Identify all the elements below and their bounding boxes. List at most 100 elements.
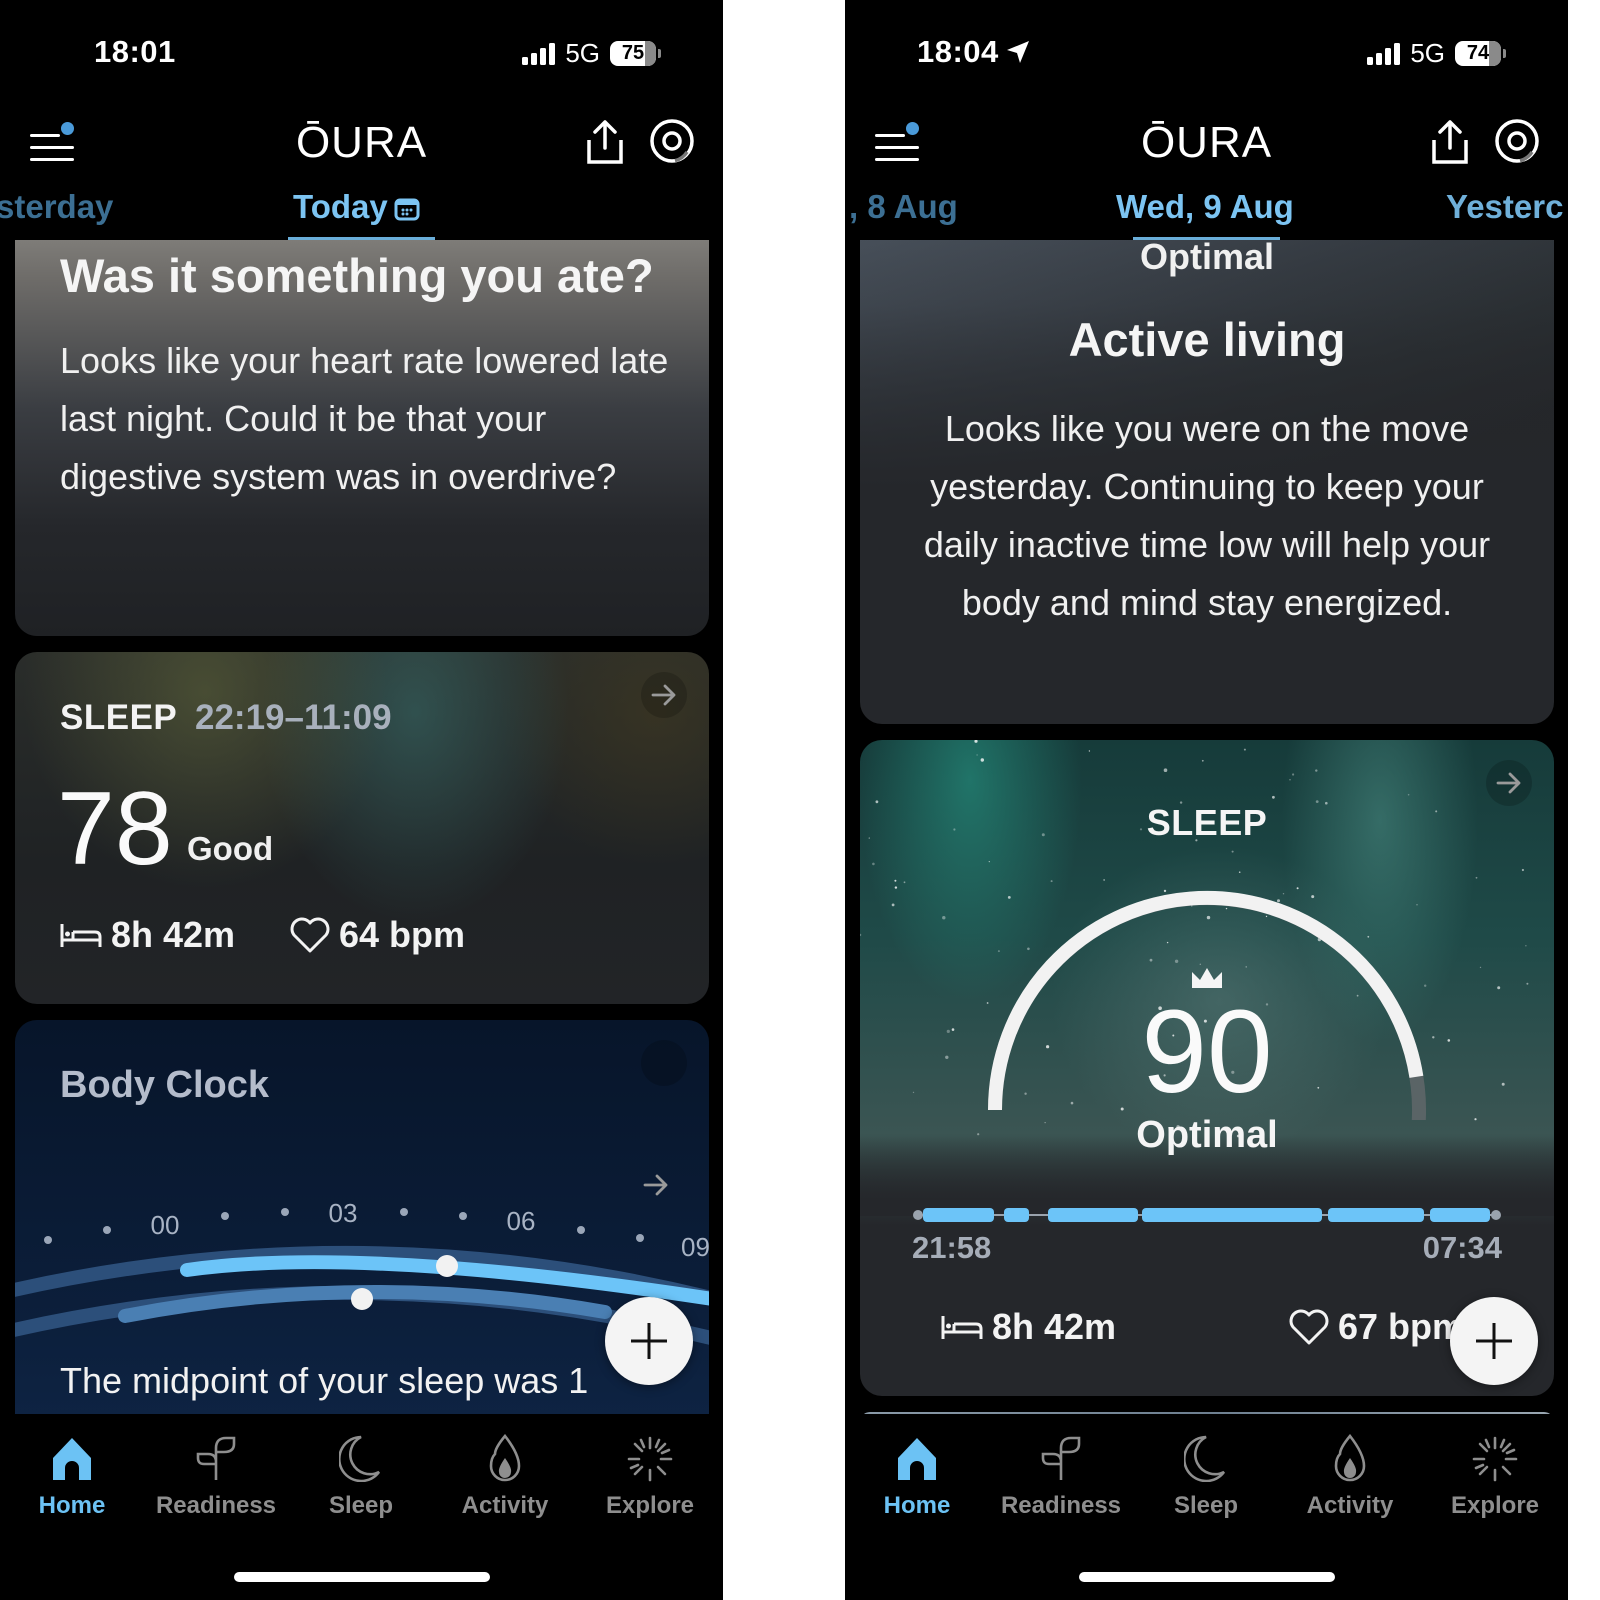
- star: [942, 916, 946, 920]
- home-feed[interactable]: Good Was it something you ate? Looks lik…: [0, 240, 723, 1414]
- ring-status-button[interactable]: [1494, 118, 1540, 164]
- nav-home[interactable]: Home: [2, 1422, 142, 1520]
- tab-tue-8-aug[interactable]: , 8 Aug: [849, 188, 958, 226]
- nav-readiness[interactable]: Readiness: [991, 1422, 1131, 1520]
- sleep-card-title: SLEEP: [1146, 802, 1268, 843]
- sleep-detail-button[interactable]: [1486, 760, 1532, 806]
- hour-dot: [400, 1208, 408, 1216]
- sprout-icon: [1041, 1436, 1081, 1480]
- nav-sleep[interactable]: Sleep: [1136, 1422, 1276, 1520]
- nav-explore[interactable]: Explore: [580, 1422, 720, 1520]
- star: [1272, 795, 1275, 799]
- tab-yesterday[interactable]: Yesterc: [1446, 188, 1563, 226]
- star: [974, 740, 978, 743]
- sparkle-icon: [627, 1436, 673, 1482]
- nav-sleep[interactable]: Sleep: [291, 1422, 431, 1520]
- share-icon: [1432, 120, 1468, 164]
- share-icon: [587, 120, 623, 164]
- sleep-duration-stat: 8h 42m: [59, 914, 235, 956]
- heart-rate-stat: 67 bpm: [1288, 1306, 1464, 1348]
- phone-screen-today: 18:01 5G 75 ŌURA sterday Today Good Was …: [0, 0, 723, 1600]
- tab-today[interactable]: Today: [293, 188, 420, 226]
- tab-yesterday[interactable]: sterday: [0, 188, 113, 226]
- flame-icon: [489, 1434, 521, 1482]
- insight-card[interactable]: Good Was it something you ate? Looks lik…: [15, 240, 709, 636]
- hour-label: 06: [507, 1206, 536, 1236]
- insight-title: Was it something you ate?: [60, 249, 654, 302]
- app-header: ŌURA: [845, 110, 1568, 170]
- sleep-segment: [1430, 1208, 1490, 1222]
- hour-label: 00: [151, 1210, 180, 1240]
- star: [976, 754, 978, 756]
- signal-icon: [522, 42, 556, 65]
- nav-explore[interactable]: Explore: [1425, 1422, 1565, 1520]
- scrolled-status-text: Good: [75, 240, 159, 245]
- star: [1525, 945, 1527, 947]
- add-button[interactable]: [1450, 1297, 1538, 1385]
- star: [1201, 759, 1204, 762]
- star: [872, 862, 875, 866]
- star: [894, 879, 897, 882]
- heart-rate: 64 bpm: [339, 914, 466, 955]
- nav-home[interactable]: Home: [847, 1422, 987, 1520]
- sleep-duration: 8h 42m: [992, 1306, 1117, 1347]
- star: [860, 933, 862, 937]
- scrolled-status-text: Optimal: [1139, 240, 1274, 277]
- star: [894, 886, 898, 889]
- add-button[interactable]: [605, 1297, 693, 1385]
- moon-icon: [1184, 1435, 1226, 1482]
- bottom-nav: Home Readiness Sleep Activity Explore: [845, 1414, 1568, 1524]
- battery-icon: 74: [1455, 41, 1501, 66]
- nav-readiness[interactable]: Readiness: [146, 1422, 286, 1520]
- status-indicators: 5G 74: [1367, 38, 1506, 69]
- sleep-duration: 8h 42m: [111, 914, 236, 955]
- nav-activity[interactable]: Activity: [1280, 1422, 1420, 1520]
- body-clock-title: Body Clock: [60, 1064, 270, 1106]
- location-arrow-icon: [1006, 41, 1029, 63]
- share-button[interactable]: [583, 118, 627, 166]
- nav-activity[interactable]: Activity: [435, 1422, 575, 1520]
- sleep-card[interactable]: SLEEP 90 Optimal 21:58 07:34 8h 42m 67 b…: [860, 740, 1554, 1396]
- star: [1315, 769, 1318, 772]
- insight-body: Looks like your heart rate lowered late …: [60, 340, 669, 497]
- sleep-timeline: [913, 1208, 1501, 1222]
- star: [1292, 773, 1295, 776]
- hour-dot: [577, 1226, 585, 1234]
- sparkle-icon: [1472, 1436, 1518, 1482]
- bedtime-start: 21:58: [912, 1230, 992, 1265]
- plus-icon: [1476, 1323, 1512, 1359]
- hour-dot: [44, 1236, 52, 1244]
- body-clock-card[interactable]: Body Clock 00 03 06 09 The midpoint of y…: [15, 1020, 709, 1414]
- flame-icon: [1334, 1434, 1366, 1482]
- moon-icon: [339, 1435, 381, 1482]
- star: [1243, 748, 1246, 751]
- sleep-score: 90: [1141, 986, 1273, 1118]
- sleep-detail-button[interactable]: [641, 672, 687, 718]
- star: [903, 881, 906, 884]
- sleep-duration-stat: 8h 42m: [940, 1306, 1116, 1348]
- share-button[interactable]: [1428, 118, 1472, 166]
- tab-wed-9-aug[interactable]: Wed, 9 Aug: [1116, 188, 1294, 226]
- plus-icon: [631, 1323, 667, 1359]
- heart-icon: [1289, 1309, 1329, 1345]
- insight-card[interactable]: Optimal Active living Looks like you wer…: [860, 240, 1554, 724]
- status-time-group: 18:04: [917, 34, 1031, 70]
- sleep-card[interactable]: SLEEP 22:19–11:09 78 Good 8h 42m 64 bpm: [15, 652, 709, 1004]
- phone-screen-wed-9-aug: 18:04 5G 74 ŌURA , 8 Aug Wed, 9 Aug Yest…: [845, 0, 1568, 1600]
- heart-icon: [290, 917, 330, 953]
- sleep-score: 78: [57, 771, 173, 887]
- body-clock-detail-button[interactable]: [641, 1040, 687, 1196]
- calendar-icon: [394, 198, 420, 221]
- home-icon: [898, 1438, 936, 1480]
- heart-rate-stat: 64 bpm: [289, 914, 465, 956]
- date-tabs: sterday Today: [0, 188, 723, 240]
- home-indicator: [1079, 1572, 1335, 1582]
- insight-title: Active living: [1068, 313, 1346, 366]
- ring-icon: [650, 119, 694, 163]
- star: [1475, 876, 1478, 879]
- ring-status-button[interactable]: [649, 118, 695, 164]
- timeline-end-dot: [1491, 1210, 1501, 1220]
- arrow-right-icon: [1496, 772, 1521, 794]
- network-type: 5G: [1410, 38, 1445, 68]
- home-feed[interactable]: Optimal Active living Looks like you wer…: [845, 240, 1568, 1414]
